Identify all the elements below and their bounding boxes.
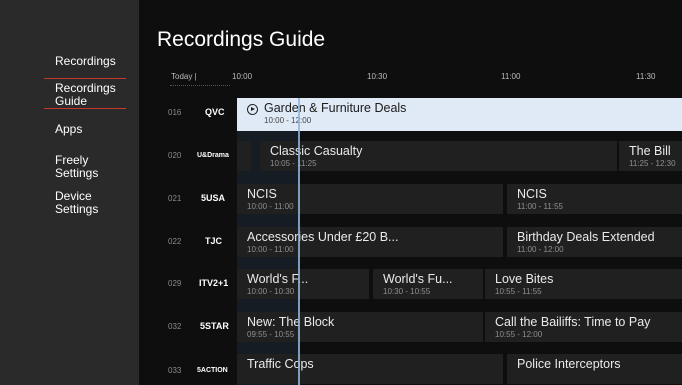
time-label: 10:00 <box>232 72 253 81</box>
program-title: New: The Block <box>247 315 335 329</box>
program-title: World's Fu... <box>383 272 453 286</box>
program-tile[interactable]: Police Interceptors <box>507 354 682 384</box>
program-title: Accessories Under £20 B... <box>247 230 399 244</box>
channel-number: 016 <box>168 108 182 117</box>
program-time: 10:00 - 11:00 <box>247 202 294 211</box>
channel-row: 029 ITV2+1 World's F... 10:00 - 10:30 Wo… <box>139 269 682 299</box>
program-tile[interactable]: Love Bites 10:55 - 11:55 <box>485 269 682 299</box>
program-title: NCIS <box>517 187 547 201</box>
program-tile[interactable]: World's Fu... 10:30 - 10:55 <box>373 269 483 299</box>
channel-name: U&Drama <box>197 152 229 159</box>
channel-row: 033 5ACTION Traffic Cops Police Intercep… <box>139 354 682 384</box>
program-tile[interactable]: Birthday Deals Extended 11:00 - 12:00 <box>507 227 682 257</box>
channel-number: 020 <box>168 151 182 160</box>
play-icon <box>247 104 258 115</box>
program-time: 11:00 - 11:55 <box>517 202 563 211</box>
program-title: Traffic Cops <box>247 357 314 371</box>
program-tile[interactable]: New: The Block 09:55 - 10:55 <box>237 312 483 342</box>
program-tile[interactable]: World's F... 10:00 - 10:30 <box>237 269 369 299</box>
program-tile[interactable]: Traffic Cops <box>237 354 503 384</box>
program-tile[interactable]: Accessories Under £20 B... 10:00 - 11:00 <box>237 227 503 257</box>
program-tile[interactable]: The Bill 11:25 - 12:30 <box>619 141 682 171</box>
channel-row: 020 U&Drama Classic Casualty 10:05 - 11:… <box>139 141 682 171</box>
program-time: 10:55 - 12:00 <box>495 330 543 339</box>
current-time-indicator <box>298 98 300 385</box>
channel-row: 016 QVC Garden & Furniture Deals 10:00 -… <box>139 98 682 131</box>
time-bar-divider <box>170 85 230 86</box>
sidebar-item-freely-settings[interactable]: Freely Settings <box>55 154 133 180</box>
channel-number: 021 <box>168 194 182 203</box>
program-time: 10:00 - 11:00 <box>247 245 294 254</box>
program-title: Garden & Furniture Deals <box>264 101 407 115</box>
sidebar-item-apps[interactable]: Apps <box>55 123 133 136</box>
program-tile[interactable]: NCIS 11:00 - 11:55 <box>507 184 682 214</box>
channel-row: 032 5STAR New: The Block 09:55 - 10:55 C… <box>139 312 682 342</box>
channel-name: 5STAR <box>200 321 229 331</box>
channel-row: 022 TJC Accessories Under £20 B... 10:00… <box>139 227 682 257</box>
program-tile[interactable] <box>237 141 251 171</box>
channel-name: 5ACTION <box>197 367 228 374</box>
channel-number: 022 <box>168 237 182 246</box>
time-bar: Today | 10:00 10:30 11:00 11:30 <box>139 68 682 90</box>
sidebar-item-device-settings[interactable]: Device Settings <box>55 190 133 216</box>
program-time: 10:00 - 12:00 <box>264 116 312 125</box>
program-title: Love Bites <box>495 272 554 286</box>
program-title: The Bill <box>629 144 671 158</box>
program-time: 11:00 - 12:00 <box>517 245 564 254</box>
program-tile[interactable]: Classic Casualty 10:05 - 11:25 <box>260 141 617 171</box>
channel-name: TJC <box>205 236 223 246</box>
program-title: NCIS <box>247 187 277 201</box>
program-title: Police Interceptors <box>517 357 621 371</box>
program-time: 10:30 - 10:55 <box>383 287 431 296</box>
today-label: Today | <box>171 72 197 81</box>
program-time: 10:05 - 11:25 <box>270 159 317 168</box>
sidebar-item-recordings[interactable]: Recordings <box>55 55 133 68</box>
program-time: 10:55 - 11:55 <box>495 287 542 296</box>
guide-panel: Recordings Guide Today | 10:00 10:30 11:… <box>139 0 682 385</box>
program-tile[interactable]: Call the Bailiffs: Time to Pay 10:55 - 1… <box>485 312 682 342</box>
sidebar-active-bottom-line <box>44 108 126 109</box>
time-label: 11:00 <box>501 72 521 81</box>
program-title: Birthday Deals Extended <box>517 230 655 244</box>
sidebar: Recordings Recordings Guide Apps Freely … <box>0 0 139 385</box>
channel-number: 033 <box>168 366 182 375</box>
time-label: 10:30 <box>367 72 388 81</box>
sidebar-item-recordings-guide[interactable]: Recordings Guide <box>55 82 133 108</box>
program-time: 10:00 - 10:30 <box>247 287 295 296</box>
program-time: 09:55 - 10:55 <box>247 330 295 339</box>
channel-number: 032 <box>168 322 182 331</box>
program-tile-selected[interactable]: Garden & Furniture Deals 10:00 - 12:00 <box>237 98 682 131</box>
channel-row: 021 5USA NCIS 10:00 - 11:00 NCIS 11:00 -… <box>139 184 682 214</box>
program-tile[interactable]: NCIS 10:00 - 11:00 <box>237 184 503 214</box>
sidebar-active-top-line <box>44 78 126 79</box>
channel-name: 5USA <box>201 193 226 203</box>
program-time: 11:25 - 12:30 <box>629 159 676 168</box>
channel-name: QVC <box>205 107 225 117</box>
program-title: Call the Bailiffs: Time to Pay <box>495 315 651 329</box>
time-label: 11:30 <box>636 72 656 81</box>
program-title: Classic Casualty <box>270 144 363 158</box>
channel-number: 029 <box>168 279 182 288</box>
page-title: Recordings Guide <box>157 28 326 51</box>
channel-name: ITV2+1 <box>199 278 229 288</box>
